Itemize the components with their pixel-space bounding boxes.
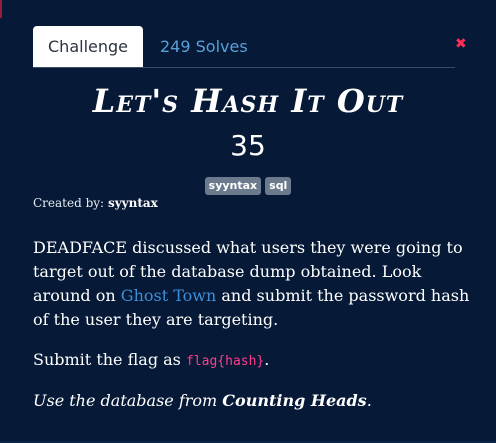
tab-challenge[interactable]: Challenge — [33, 26, 143, 67]
db-suffix: . — [366, 391, 372, 410]
flag-suffix: . — [264, 350, 270, 369]
challenge-title: Let's Hash It Out — [92, 82, 404, 120]
flag-format-code: flag{hash} — [185, 354, 265, 369]
author-name: syyntax — [107, 196, 158, 210]
ghost-town-link[interactable]: Ghost Town — [121, 286, 217, 305]
created-by-label: Created by: — [33, 196, 105, 210]
tag-badge: syyntax — [204, 177, 262, 195]
flag-instructions: Submit the flag as flag{hash}. — [33, 348, 269, 374]
challenge-description: DEADFACE discussed what users they were … — [33, 236, 473, 332]
flag-prefix: Submit the flag as — [33, 350, 186, 369]
tag-badge: sql — [265, 177, 292, 195]
challenge-points: 35 — [230, 129, 266, 162]
challenge-tabs: Challenge 249 Solves — [33, 26, 455, 68]
database-note: Use the database from Counting Heads. — [33, 389, 372, 413]
db-name: Counting Heads — [222, 391, 367, 410]
tag-list: syyntax sql — [0, 177, 496, 195]
edge-accent — [0, 0, 2, 18]
close-icon[interactable]: ✖ — [455, 36, 467, 52]
db-prefix: Use the database from — [33, 391, 223, 410]
tab-solves[interactable]: 249 Solves — [160, 26, 248, 67]
author-line: Created by: syyntax — [33, 196, 158, 210]
